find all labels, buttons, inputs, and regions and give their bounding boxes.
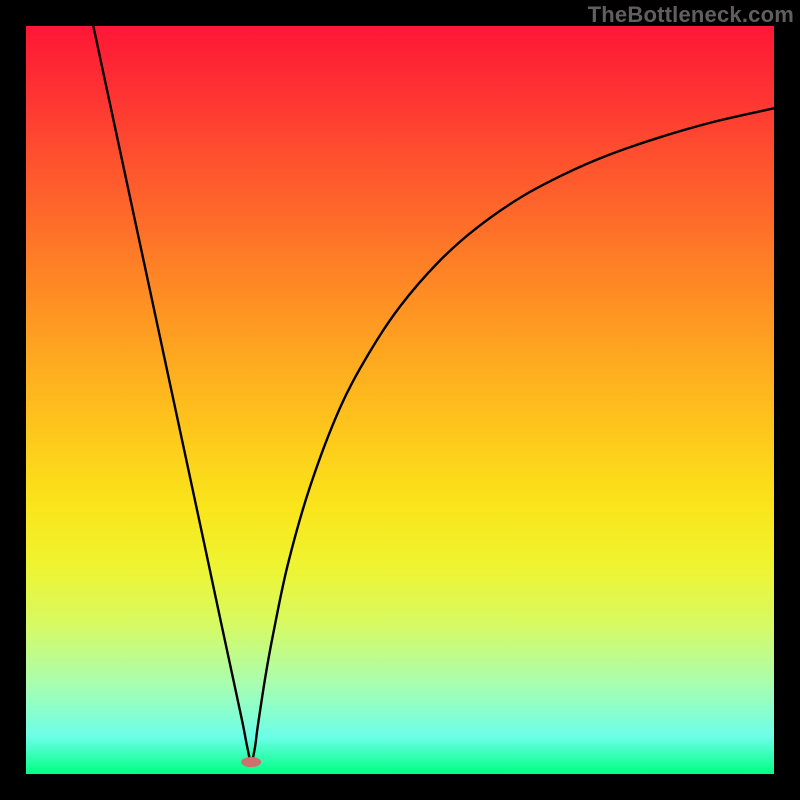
- chart-plot-area: [26, 26, 774, 774]
- optimum-marker: [241, 757, 261, 767]
- bottleneck-curve: [26, 26, 774, 774]
- watermark-text: TheBottleneck.com: [588, 2, 794, 28]
- chart-frame: TheBottleneck.com: [0, 0, 800, 800]
